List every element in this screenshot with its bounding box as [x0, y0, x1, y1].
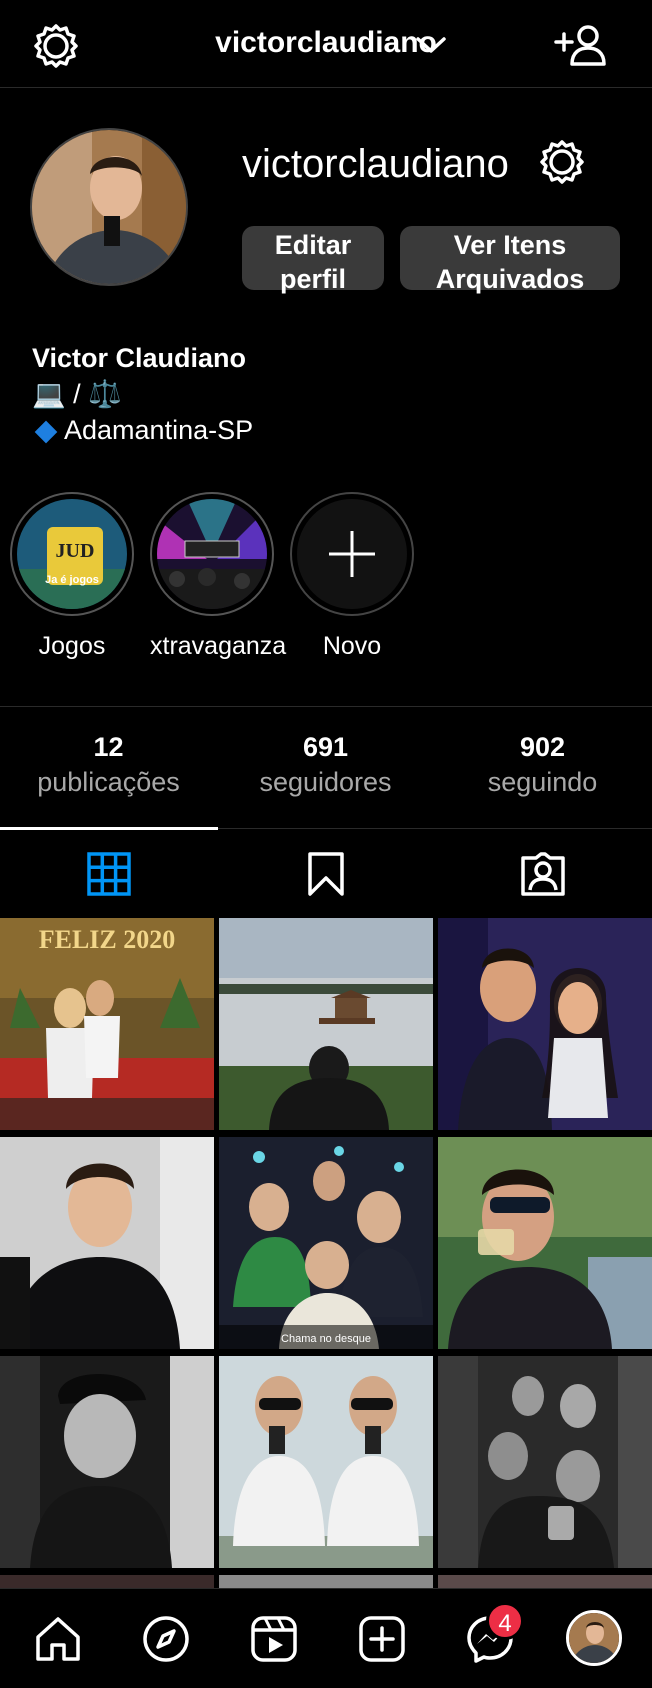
- reels-icon[interactable]: [248, 1613, 300, 1665]
- post-thumbnail[interactable]: [0, 1575, 214, 1588]
- highlight-thumbnail: JUD Ja é jogos: [17, 499, 127, 609]
- plus-icon: [297, 499, 407, 609]
- bio-line-emojis: 💻 / ⚖️: [32, 379, 122, 409]
- bio-line-location: Adamantina-SP: [32, 412, 253, 448]
- profile-username: victorclaudiano: [242, 142, 509, 186]
- post-thumbnail[interactable]: Chama no desque: [219, 1137, 433, 1349]
- stat-value: 902: [519, 732, 566, 762]
- highlight-label: xtravaganza: [150, 632, 287, 660]
- stat-label: publicações: [37, 767, 180, 797]
- stat-label: seguidores: [259, 767, 392, 797]
- active-tab-indicator: [0, 827, 218, 830]
- profile-avatar[interactable]: [30, 128, 188, 286]
- post-thumbnail[interactable]: [438, 1356, 652, 1568]
- svg-text:Chama no desque: Chama no desque: [281, 1333, 371, 1345]
- blue-diamond-icon: [34, 420, 58, 444]
- post-thumbnail[interactable]: [219, 1356, 433, 1568]
- home-icon[interactable]: [32, 1613, 84, 1665]
- svg-text:JUD: JUD: [56, 540, 95, 562]
- stat-value: 12: [93, 732, 124, 762]
- post-thumbnail[interactable]: FELIZ 2020: [0, 918, 214, 1130]
- highlight-new[interactable]: Novo: [290, 492, 414, 661]
- bottom-navigation: [0, 1588, 652, 1688]
- tagged-icon[interactable]: [519, 850, 567, 898]
- highlight-thumbnail: [157, 499, 267, 609]
- top-bar: victorclaudiano: [0, 0, 652, 88]
- view-archived-button[interactable]: Ver Itens Arquivados: [400, 226, 620, 294]
- stat-following[interactable]: 902 seguindo: [434, 732, 651, 798]
- highlight-xtravaganza[interactable]: xtravaganza: [150, 492, 287, 661]
- chevron-down-icon[interactable]: [414, 30, 448, 60]
- stat-posts[interactable]: 12 publicações: [0, 732, 217, 798]
- divider: [0, 706, 652, 707]
- post-thumbnail[interactable]: [219, 918, 433, 1130]
- post-thumbnail[interactable]: [0, 1137, 214, 1349]
- stat-label: seguindo: [487, 767, 598, 797]
- create-post-icon[interactable]: [356, 1613, 408, 1665]
- svg-text:FELIZ 2020: FELIZ 2020: [39, 925, 176, 954]
- post-thumbnail[interactable]: [0, 1356, 214, 1568]
- post-thumbnail[interactable]: [438, 1137, 652, 1349]
- add-user-icon[interactable]: [552, 22, 608, 68]
- stat-value: 691: [302, 732, 349, 762]
- highlight-label: Jogos: [38, 632, 106, 660]
- explore-icon[interactable]: [140, 1613, 192, 1665]
- profile-tab-avatar[interactable]: [566, 1610, 622, 1666]
- grid-icon[interactable]: [85, 850, 133, 898]
- post-thumbnail[interactable]: [438, 1575, 652, 1588]
- highlight-label: Novo: [322, 632, 382, 660]
- post-thumbnail[interactable]: [438, 918, 652, 1130]
- edit-profile-button[interactable]: Editar perfil: [242, 226, 384, 294]
- saved-bookmark-icon[interactable]: [302, 850, 350, 898]
- svg-text:Ja é jogos: Ja é jogos: [45, 574, 99, 586]
- settings-gear-icon[interactable]: [538, 138, 586, 186]
- stat-followers[interactable]: 691 seguidores: [217, 732, 434, 798]
- post-thumbnail[interactable]: [219, 1575, 433, 1588]
- location-text: Adamantina-SP: [64, 415, 254, 445]
- bio: Victor Claudiano 💻 / ⚖️ Adamantina-SP: [32, 340, 253, 448]
- messenger-unread-badge: 4: [486, 1602, 524, 1640]
- highlight-jogos[interactable]: JUD Ja é jogos Jogos: [10, 492, 134, 661]
- full-name: Victor Claudiano: [32, 343, 247, 373]
